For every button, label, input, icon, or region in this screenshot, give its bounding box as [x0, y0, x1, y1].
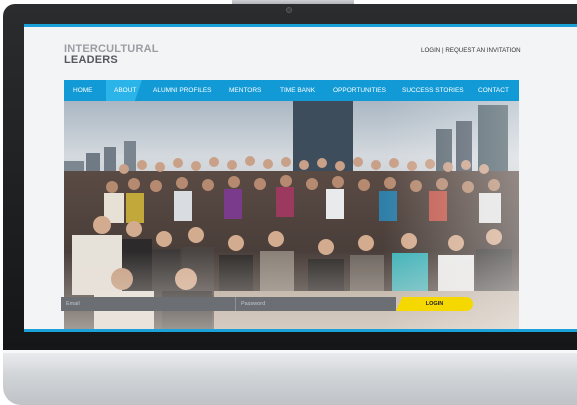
request-invitation-link[interactable]: REQUEST AN INVITATION: [445, 47, 520, 54]
hero-right-fade: [64, 101, 519, 330]
email-input[interactable]: [61, 297, 236, 311]
monitor-screen: INTERCULTURAL LEADERS LOGIN | REQUEST AN…: [24, 24, 577, 332]
nav-item-success-stories[interactable]: SUCCESS STORIES: [402, 87, 464, 94]
nav-item-about[interactable]: ABOUT: [114, 87, 136, 94]
login-link[interactable]: LOGIN: [421, 47, 440, 54]
password-input[interactable]: [236, 297, 396, 311]
nav-item-home[interactable]: HOME: [73, 87, 93, 94]
camera-icon: [286, 7, 292, 13]
logo-line-2: LEADERS: [64, 54, 118, 66]
site-logo[interactable]: INTERCULTURAL LEADERS: [64, 44, 159, 66]
top-links: LOGIN | REQUEST AN INVITATION: [421, 47, 521, 54]
nav-item-mentors[interactable]: MENTORS: [229, 87, 261, 94]
nav-item-alumni-profiles[interactable]: ALUMNI PROFILES: [153, 87, 212, 94]
nav-item-opportunities[interactable]: OPPORTUNITIES: [333, 87, 386, 94]
login-form: LOGIN: [61, 297, 473, 311]
screen-bottom-accent: [24, 329, 577, 332]
hero-group-photo: [64, 101, 519, 330]
link-separator: |: [442, 47, 444, 54]
main-nav: HOME ABOUT ALUMNI PROFILES MENTORS TIME …: [64, 80, 519, 101]
monitor-chin-highlight: [3, 350, 577, 353]
monitor-chin: [3, 350, 577, 405]
nav-item-time-bank[interactable]: TIME BANK: [280, 87, 315, 94]
nav-item-contact[interactable]: CONTACT: [478, 87, 509, 94]
login-button[interactable]: LOGIN: [396, 297, 473, 311]
